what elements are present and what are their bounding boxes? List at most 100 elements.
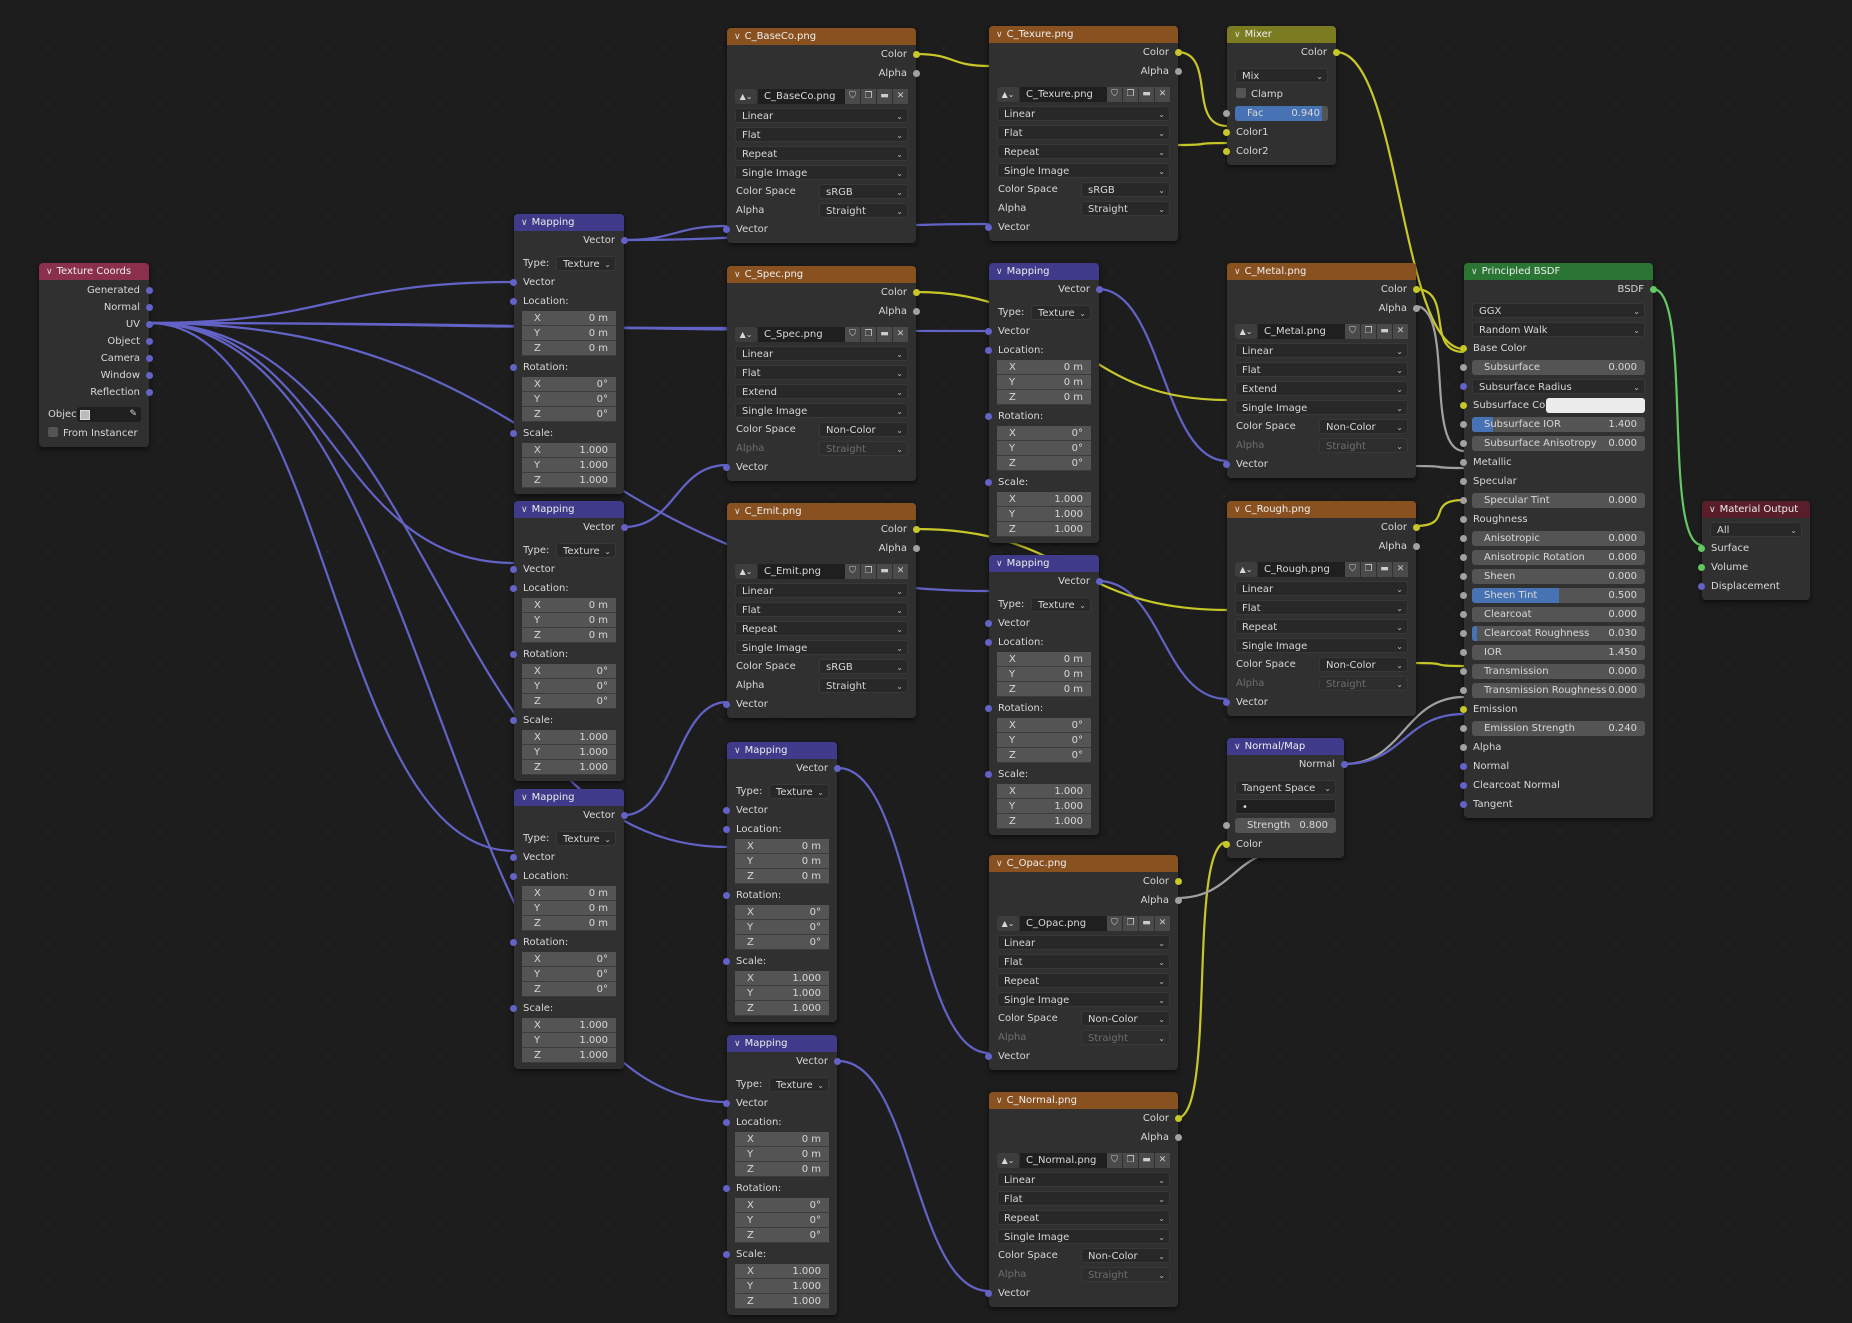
- normal-output-socket[interactable]: [146, 304, 153, 311]
- alpha-output-socket[interactable]: [1413, 543, 1420, 550]
- node-header[interactable]: ∨ Mixer: [1227, 26, 1336, 43]
- location-x-field[interactable]: X 0 m: [522, 311, 616, 326]
- image-name-field[interactable]: C_Normal.png: [1020, 1153, 1114, 1168]
- scale-input-socket[interactable]: [510, 1005, 517, 1012]
- vector-in-input-socket[interactable]: [985, 620, 992, 627]
- duplicate-icon[interactable]: ❐: [861, 89, 876, 104]
- node-link[interactable]: [148, 321, 728, 1104]
- node-link[interactable]: [1176, 840, 1228, 1120]
- location-y-field[interactable]: Y 0 m: [522, 613, 616, 628]
- close-icon[interactable]: ✕: [1155, 87, 1170, 102]
- subsurface-input-socket[interactable]: [1460, 364, 1467, 371]
- interpolation-dropdown[interactable]: Linear ⌄: [735, 583, 908, 598]
- type-dropdown[interactable]: Texture ⌄: [556, 831, 616, 846]
- vector-in-input-socket[interactable]: [510, 854, 517, 861]
- type-dropdown[interactable]: Texture ⌄: [769, 784, 829, 799]
- node-header[interactable]: ∨ C_BaseCo.png: [727, 28, 916, 45]
- scale-y-field[interactable]: Y 1.000: [522, 1033, 616, 1048]
- colorspace-dropdown[interactable]: sRGB ⌄: [1081, 182, 1170, 197]
- vector-output-socket[interactable]: [834, 1058, 841, 1065]
- location-z-field[interactable]: Z 0 m: [522, 341, 616, 356]
- projection-dropdown[interactable]: Flat ⌄: [735, 127, 908, 142]
- vector-in-input-socket[interactable]: [510, 566, 517, 573]
- type-dropdown[interactable]: Texture ⌄: [769, 1077, 829, 1092]
- node-header[interactable]: ∨ Mapping: [989, 263, 1099, 280]
- subsurface-anisotropy-slider[interactable]: Subsurface Anisotropy 0.000: [1472, 436, 1645, 451]
- ior-input-socket[interactable]: [1460, 649, 1467, 656]
- anisotropic-rotation-slider[interactable]: Anisotropic Rotation 0.000: [1472, 550, 1645, 565]
- close-icon[interactable]: ✕: [1393, 562, 1408, 577]
- location-input-socket[interactable]: [723, 826, 730, 833]
- colorspace-dropdown[interactable]: Non-Color ⌄: [1319, 657, 1408, 672]
- node-header[interactable]: ∨ C_Spec.png: [727, 266, 916, 283]
- emission-input-socket[interactable]: [1460, 706, 1467, 713]
- rotation-input-socket[interactable]: [723, 892, 730, 899]
- node-link[interactable]: [837, 766, 990, 1055]
- rotation-y-field[interactable]: Y 0°: [522, 967, 616, 982]
- vector-input-socket[interactable]: [723, 226, 730, 233]
- vector-output-socket[interactable]: [834, 765, 841, 772]
- vector-in-input-socket[interactable]: [985, 328, 992, 335]
- interpolation-dropdown[interactable]: Linear ⌄: [735, 346, 908, 361]
- reflection-output-socket[interactable]: [146, 389, 153, 396]
- vector-output-socket[interactable]: [1096, 578, 1103, 585]
- location-z-field[interactable]: Z 0 m: [522, 916, 616, 931]
- normal-input-socket[interactable]: [1460, 763, 1467, 770]
- scale-y-field[interactable]: Y 1.000: [735, 986, 829, 1001]
- transmission-roughness-slider[interactable]: Transmission Roughness 0.000: [1472, 683, 1645, 698]
- rotation-z-field[interactable]: Z 0°: [997, 456, 1091, 471]
- collapse-chevron-icon[interactable]: ∨: [521, 215, 528, 231]
- folder-open-icon[interactable]: ▬: [1139, 1153, 1154, 1168]
- vector-in-input-socket[interactable]: [723, 1100, 730, 1107]
- vector-input-socket[interactable]: [985, 1290, 992, 1297]
- rotation-input-socket[interactable]: [510, 364, 517, 371]
- collapse-chevron-icon[interactable]: ∨: [996, 856, 1003, 872]
- extension-dropdown[interactable]: Repeat ⌄: [1235, 619, 1408, 634]
- clearcoat-input-socket[interactable]: [1460, 611, 1467, 618]
- alpha-mode-dropdown[interactable]: Straight ⌄: [1081, 201, 1170, 216]
- location-y-field[interactable]: Y 0 m: [735, 1147, 829, 1162]
- location-input-socket[interactable]: [723, 1119, 730, 1126]
- collapse-chevron-icon[interactable]: ∨: [734, 29, 741, 45]
- rotation-y-field[interactable]: Y 0°: [735, 920, 829, 935]
- vector-in-input-socket[interactable]: [723, 807, 730, 814]
- alpha-output-socket[interactable]: [913, 545, 920, 552]
- location-y-field[interactable]: Y 0 m: [735, 854, 829, 869]
- alpha-mode-dropdown[interactable]: Straight ⌄: [819, 678, 908, 693]
- source-dropdown[interactable]: Single Image ⌄: [997, 992, 1170, 1007]
- image-browse-icon[interactable]: ▲⌄: [997, 87, 1019, 102]
- extension-dropdown[interactable]: Extend ⌄: [735, 384, 908, 399]
- node-link[interactable]: [1414, 304, 1465, 453]
- colorspace-dropdown[interactable]: Non-Color ⌄: [1081, 1011, 1170, 1026]
- rotation-y-field[interactable]: Y 0°: [522, 392, 616, 407]
- color1-input-socket[interactable]: [1223, 129, 1230, 136]
- scale-y-field[interactable]: Y 1.000: [522, 458, 616, 473]
- image-name-field[interactable]: C_Texure.png: [1020, 87, 1114, 102]
- rotation-x-field[interactable]: X 0°: [735, 905, 829, 920]
- close-icon[interactable]: ✕: [893, 89, 908, 104]
- shield-fake-user-icon[interactable]: ⛉: [1107, 87, 1122, 102]
- color-output-socket[interactable]: [1175, 878, 1182, 885]
- from-instancer-checkbox[interactable]: [48, 427, 58, 437]
- shield-fake-user-icon[interactable]: ⛉: [845, 327, 860, 342]
- projection-dropdown[interactable]: Flat ⌄: [735, 602, 908, 617]
- node-link[interactable]: [1414, 464, 1465, 470]
- scale-z-field[interactable]: Z 1.000: [997, 814, 1091, 829]
- node-header[interactable]: ∨ C_Texure.png: [989, 26, 1178, 43]
- rotation-y-field[interactable]: Y 0°: [997, 441, 1091, 456]
- extension-dropdown[interactable]: Repeat ⌄: [735, 621, 908, 636]
- folder-open-icon[interactable]: ▬: [877, 327, 892, 342]
- image-browse-icon[interactable]: ▲⌄: [735, 89, 757, 104]
- tangent-input-socket[interactable]: [1460, 801, 1467, 808]
- duplicate-icon[interactable]: ❐: [861, 327, 876, 342]
- image-texture-node-metal[interactable]: ∨ C_Metal.png Color Alpha ▲⌄ C_Metal.png ⛉ ❐ ▬ ✕ L…: [1223, 263, 1420, 478]
- fac-input-socket[interactable]: [1223, 110, 1230, 117]
- colorspace-dropdown[interactable]: Non-Color ⌄: [1319, 419, 1408, 434]
- duplicate-icon[interactable]: ❐: [861, 564, 876, 579]
- node-header[interactable]: ∨ Normal/Map: [1227, 738, 1344, 755]
- generated-output-socket[interactable]: [146, 287, 153, 294]
- image-name-field[interactable]: C_Rough.png: [1258, 562, 1352, 577]
- interpolation-dropdown[interactable]: Linear ⌄: [735, 108, 908, 123]
- node-header[interactable]: ∨ Mapping: [514, 501, 624, 518]
- location-z-field[interactable]: Z 0 m: [735, 1162, 829, 1177]
